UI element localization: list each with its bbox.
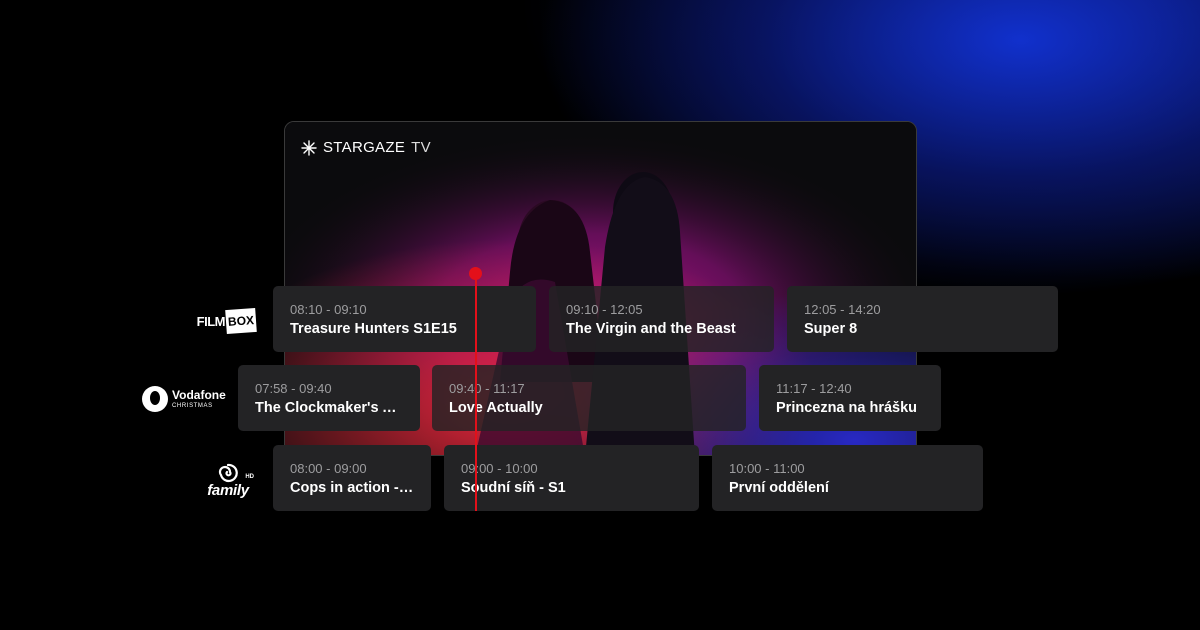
program-card[interactable]: 07:58 - 09:40 The Clockmaker's Ap... (238, 365, 420, 431)
program-time: 09:10 - 12:05 (566, 302, 643, 317)
program-title: Cops in action - S1 (290, 481, 414, 496)
tv-brand-logo: STARGAZE TV (301, 139, 431, 156)
channel-logo-vodafone-christmas[interactable]: Vodafone CHRISTMAS (142, 385, 232, 413)
program-card[interactable]: 09:10 - 12:05 The Virgin and the Beast (549, 286, 774, 352)
program-card[interactable]: 08:00 - 09:00 Cops in action - S1 (273, 445, 431, 511)
program-title: Treasure Hunters S1E15 (290, 322, 457, 337)
program-time: 11:17 - 12:40 (776, 381, 852, 396)
program-title: The Virgin and the Beast (566, 322, 736, 337)
channel-logo-family-hd[interactable]: family HD (200, 460, 256, 500)
filmbox-logo-film: FILM (196, 313, 226, 329)
program-time: 08:10 - 09:10 (290, 302, 367, 317)
current-time-dot-icon (469, 267, 482, 280)
program-title: Soudní síň - S1 (461, 481, 566, 496)
program-card[interactable]: 08:10 - 09:10 Treasure Hunters S1E15 (273, 286, 536, 352)
asterisk-star-icon (301, 139, 317, 156)
family-swirl-icon (218, 463, 238, 482)
program-time: 10:00 - 11:00 (729, 461, 805, 476)
program-card[interactable]: 12:05 - 14:20 Super 8 (787, 286, 1058, 352)
program-time: 12:05 - 14:20 (804, 302, 881, 317)
vodafone-speechmark-icon (142, 386, 168, 412)
tv-brand-suffix: TV (411, 139, 431, 156)
program-title: Love Actually (449, 401, 543, 416)
family-logo-text: family (207, 481, 249, 499)
tv-brand-name: STARGAZE (323, 139, 406, 156)
program-card[interactable]: 10:00 - 11:00 První oddělení (712, 445, 983, 511)
program-time: 09:40 - 11:17 (449, 381, 525, 396)
program-title: Super 8 (804, 322, 858, 337)
program-title: Princezna na hrášku (776, 401, 918, 416)
program-title: První oddělení (729, 481, 829, 496)
program-time: 08:00 - 09:00 (290, 461, 367, 476)
vodafone-logo-sub: CHRISTMAS (172, 403, 213, 409)
program-card[interactable]: 09:40 - 11:17 Love Actually (432, 365, 746, 431)
current-time-line (474, 273, 477, 511)
program-card[interactable]: 11:17 - 12:40 Princezna na hrášku (759, 365, 941, 431)
program-time: 09:00 - 10:00 (461, 461, 538, 476)
vodafone-logo-name: Vodafone (172, 388, 226, 402)
program-card[interactable]: 09:00 - 10:00 Soudní síň - S1 (444, 445, 699, 511)
family-logo-hd: HD (245, 474, 254, 480)
program-title: The Clockmaker's Ap... (255, 401, 403, 416)
program-time: 07:58 - 09:40 (255, 381, 332, 396)
channel-logo-filmbox[interactable]: FILM BOX (196, 306, 257, 336)
filmbox-logo-box: BOX (225, 307, 257, 335)
